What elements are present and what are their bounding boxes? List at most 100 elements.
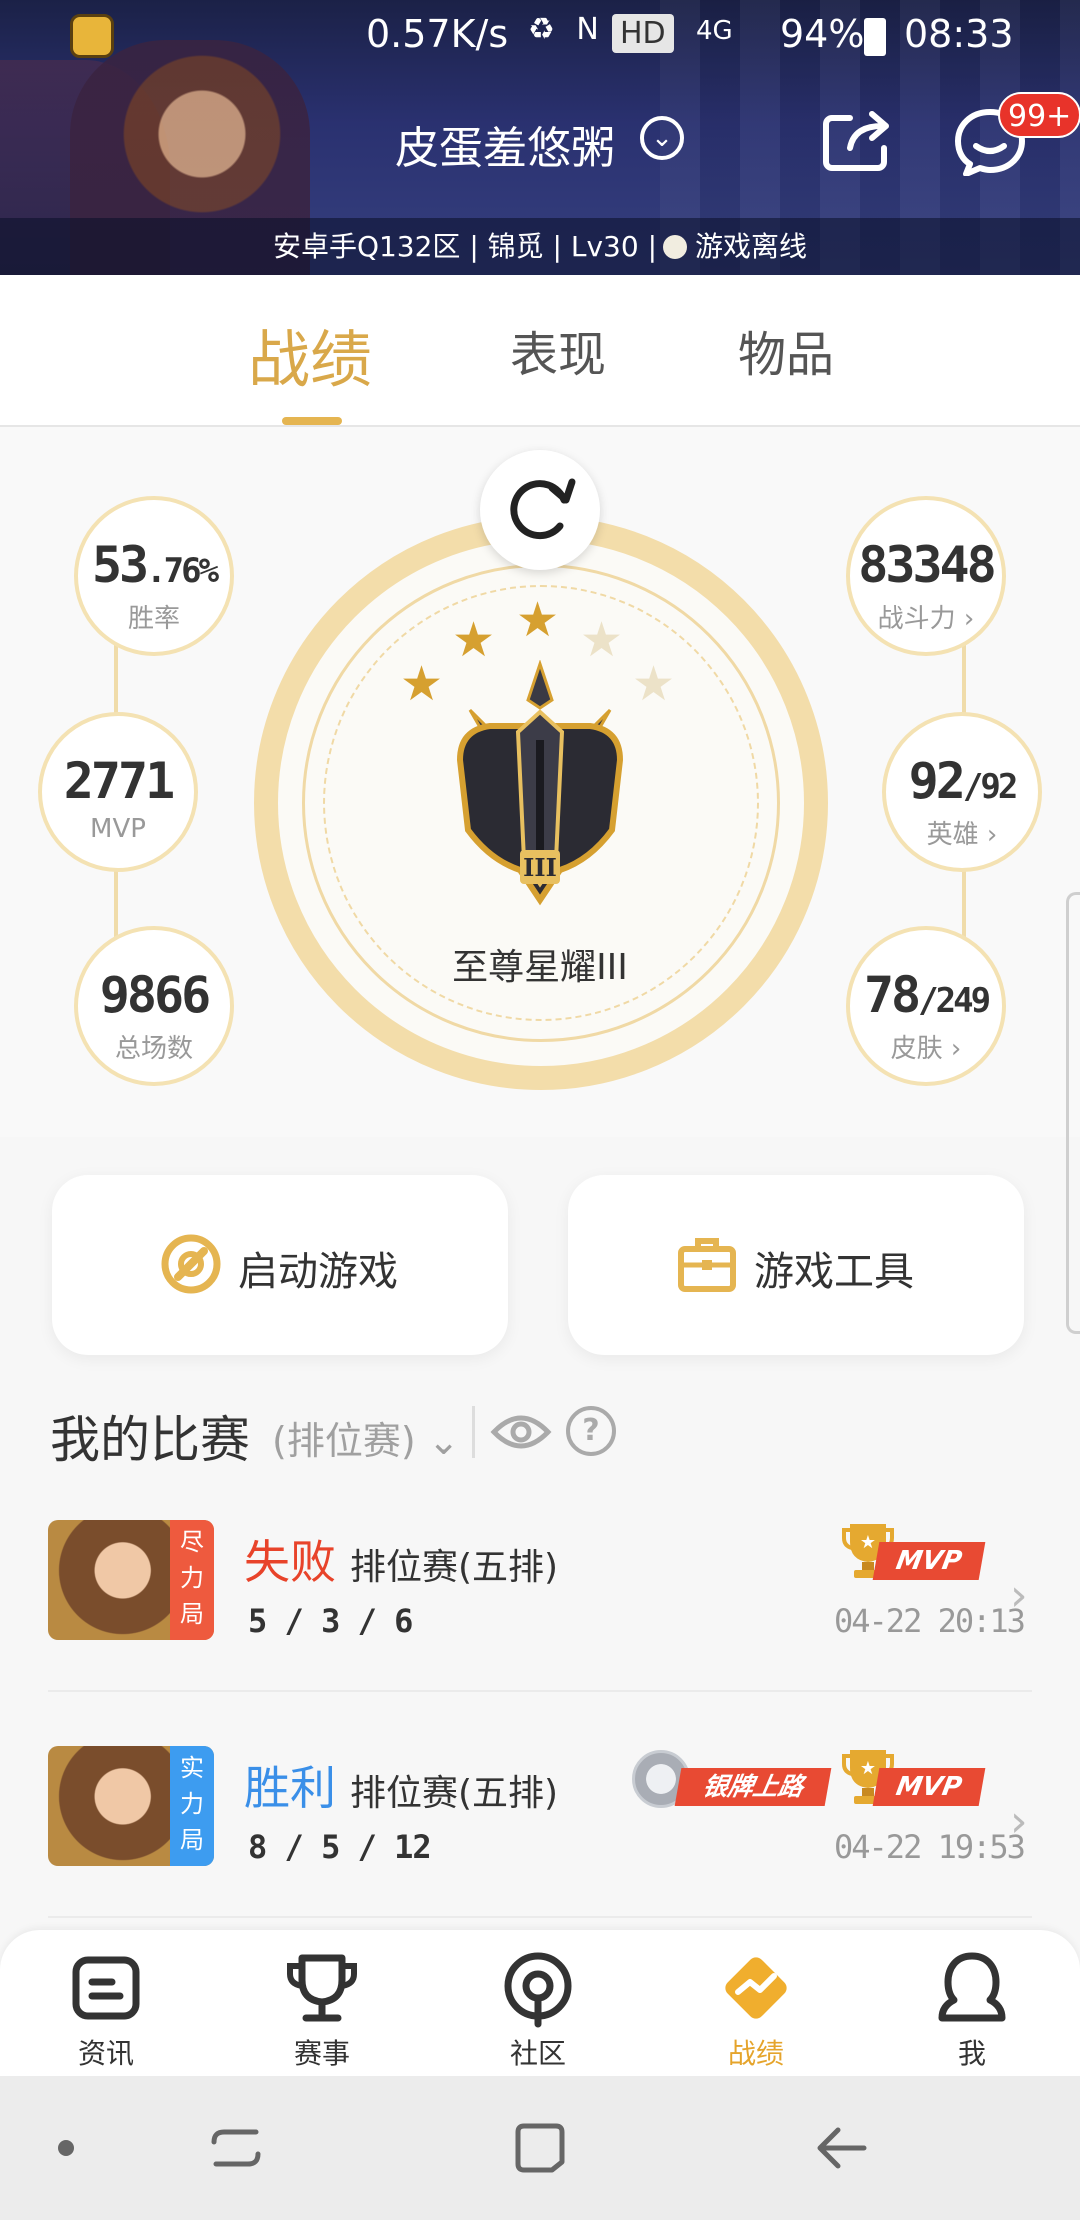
silver-lane-label: 银牌上路 bbox=[674, 1768, 832, 1806]
nav-profile[interactable]: 我 bbox=[902, 1948, 1042, 2072]
nav-news-label: 资讯 bbox=[77, 2037, 134, 2070]
chevron-down-icon[interactable]: ⌄ bbox=[640, 116, 684, 160]
battery-icon bbox=[864, 18, 886, 56]
network-speed: 0.57K/s bbox=[366, 12, 509, 56]
tab-bar: 战绩 表现 物品 bbox=[0, 275, 1080, 427]
tab-performance[interactable]: 表现 bbox=[510, 315, 606, 385]
power-label: 战斗力 › bbox=[877, 604, 975, 634]
scroll-handle[interactable] bbox=[1066, 892, 1080, 1334]
nav-record[interactable]: 战绩 bbox=[686, 1948, 826, 2072]
app-screen: 0.57K/s ♻ N HD 4G 94% 08:33 皮蛋羞悠粥 ⌄ 99+ … bbox=[0, 0, 1080, 2220]
total-games-value: 9866 bbox=[99, 966, 211, 1024]
match-type: 排位赛(五排) bbox=[350, 1547, 559, 1588]
chevron-right-icon[interactable]: › bbox=[1010, 1796, 1028, 1847]
status-bar: 0.57K/s ♻ N HD 4G 94% 08:33 bbox=[0, 0, 1080, 72]
status-time: 08:33 bbox=[904, 12, 1014, 56]
skins-stat[interactable]: 78/249 皮肤 › bbox=[846, 926, 1006, 1086]
nav-events[interactable]: 赛事 bbox=[252, 1948, 392, 2072]
chevron-right-icon[interactable]: › bbox=[1010, 1570, 1028, 1621]
match-mode-tag: 尽力局 bbox=[170, 1520, 214, 1640]
refresh-icon bbox=[510, 478, 576, 540]
home-icon[interactable] bbox=[512, 2120, 568, 2176]
mvp-stat: 2771 MVP bbox=[38, 712, 198, 872]
skins-label: 皮肤 › bbox=[890, 1034, 962, 1064]
match-kda: 5 / 3 / 6 bbox=[248, 1602, 413, 1640]
recent-apps-icon[interactable] bbox=[208, 2120, 264, 2176]
mvp-badge: ★ MVP bbox=[842, 1520, 986, 1586]
chevron-down-icon: ⌄ bbox=[427, 1419, 460, 1463]
total-games-label: 总场数 bbox=[114, 1034, 193, 1064]
rank-star-3: ★ bbox=[516, 592, 560, 648]
launch-game-label: 启动游戏 bbox=[238, 1249, 398, 1295]
launch-game-button[interactable]: 启动游戏 bbox=[52, 1175, 508, 1355]
section-divider bbox=[472, 1406, 475, 1458]
online-status: 游戏离线 bbox=[695, 230, 808, 263]
rank-emblem-numeral: III bbox=[523, 853, 557, 882]
rank-name: 至尊星耀III bbox=[452, 947, 628, 988]
match-time: 04-22 19:53 bbox=[834, 1828, 1026, 1866]
game-tools-label: 游戏工具 bbox=[754, 1249, 914, 1295]
row-divider bbox=[48, 1690, 1032, 1692]
toolbox-icon bbox=[678, 1238, 736, 1292]
help-icon[interactable]: ? bbox=[566, 1406, 616, 1456]
mvp-badge: ★ MVP bbox=[842, 1746, 986, 1812]
eye-icon[interactable] bbox=[490, 1408, 552, 1456]
svg-text:★: ★ bbox=[860, 1758, 876, 1779]
refresh-button[interactable] bbox=[480, 450, 600, 570]
rank-star-1: ★ bbox=[400, 656, 444, 712]
record-icon bbox=[725, 1957, 787, 2019]
nav-news[interactable]: 资讯 bbox=[36, 1948, 176, 2072]
dot-icon[interactable] bbox=[56, 2138, 76, 2158]
mvp-label: MVP bbox=[872, 1542, 986, 1580]
status-icons: ♻ N bbox=[528, 12, 605, 47]
total-games-stat: 9866 总场数 bbox=[74, 926, 234, 1086]
offline-status-dot bbox=[663, 235, 688, 259]
heroes-value: 92/92 bbox=[908, 752, 1019, 810]
mvp-label: MVP bbox=[872, 1768, 986, 1806]
back-icon[interactable] bbox=[814, 2120, 870, 2176]
nav-profile-label: 我 bbox=[957, 2037, 986, 2070]
svg-text:★: ★ bbox=[860, 1532, 876, 1553]
game-tools-button[interactable]: 游戏工具 bbox=[568, 1175, 1024, 1355]
skins-value: 78/249 bbox=[863, 966, 991, 1024]
silver-lane-badge: 银牌上路 bbox=[632, 1746, 832, 1812]
my-matches-title: 我的比赛 bbox=[50, 1411, 250, 1469]
share-icon[interactable] bbox=[820, 108, 894, 174]
match-result: 失败 bbox=[244, 1535, 336, 1589]
match-filter-label: (排位赛) bbox=[272, 1419, 416, 1463]
bottom-navigation: 资讯 赛事 社区 战绩 我 bbox=[0, 1930, 1080, 2076]
player-info-strip: 安卓手Q132区 | 锦觅 | Lv30 | 游戏离线 bbox=[0, 218, 1080, 275]
news-icon bbox=[72, 1956, 140, 2020]
win-rate-stat: 53.76% 胜率 bbox=[74, 496, 234, 656]
launch-game-icon bbox=[161, 1234, 221, 1294]
player-name[interactable]: 皮蛋羞悠粥 bbox=[395, 112, 615, 176]
profile-icon bbox=[938, 1952, 1006, 2022]
profile-banner: 0.57K/s ♻ N HD 4G 94% 08:33 皮蛋羞悠粥 ⌄ 99+ … bbox=[0, 0, 1080, 275]
mvp-value: 2771 bbox=[63, 752, 175, 810]
row-divider bbox=[48, 1916, 1032, 1918]
community-icon bbox=[504, 1952, 572, 2028]
win-rate-value: 53.76% bbox=[91, 536, 219, 594]
active-tab-indicator bbox=[282, 417, 342, 425]
tab-items[interactable]: 物品 bbox=[738, 315, 834, 385]
player-server-info: 安卓手Q132区 | 锦觅 | Lv30 | bbox=[272, 230, 658, 263]
match-mode-tag: 实力局 bbox=[170, 1746, 214, 1866]
battery-level: 94% bbox=[780, 12, 865, 56]
mvp-label: MVP bbox=[90, 814, 146, 844]
win-rate-label: 胜率 bbox=[127, 604, 180, 634]
power-stat[interactable]: 83348 战斗力 › bbox=[846, 496, 1006, 656]
app-notification-icon bbox=[70, 14, 114, 58]
heroes-stat[interactable]: 92/92 英雄 › bbox=[882, 712, 1042, 872]
match-filter-dropdown[interactable]: (排位赛) ⌄ bbox=[272, 1410, 460, 1465]
match-result: 胜利 bbox=[244, 1761, 336, 1815]
trophy-icon bbox=[287, 1954, 357, 2022]
signal-icon: 4G bbox=[696, 16, 733, 46]
tab-record[interactable]: 战绩 bbox=[248, 309, 372, 399]
nav-community[interactable]: 社区 bbox=[468, 1948, 608, 2072]
nav-events-label: 赛事 bbox=[293, 2037, 350, 2070]
hd-icon: HD bbox=[612, 14, 674, 53]
match-kda: 8 / 5 / 12 bbox=[248, 1828, 432, 1866]
heroes-label: 英雄 › bbox=[926, 820, 998, 850]
nav-record-label: 战绩 bbox=[727, 2037, 784, 2070]
message-count-badge: 99+ bbox=[998, 92, 1080, 138]
